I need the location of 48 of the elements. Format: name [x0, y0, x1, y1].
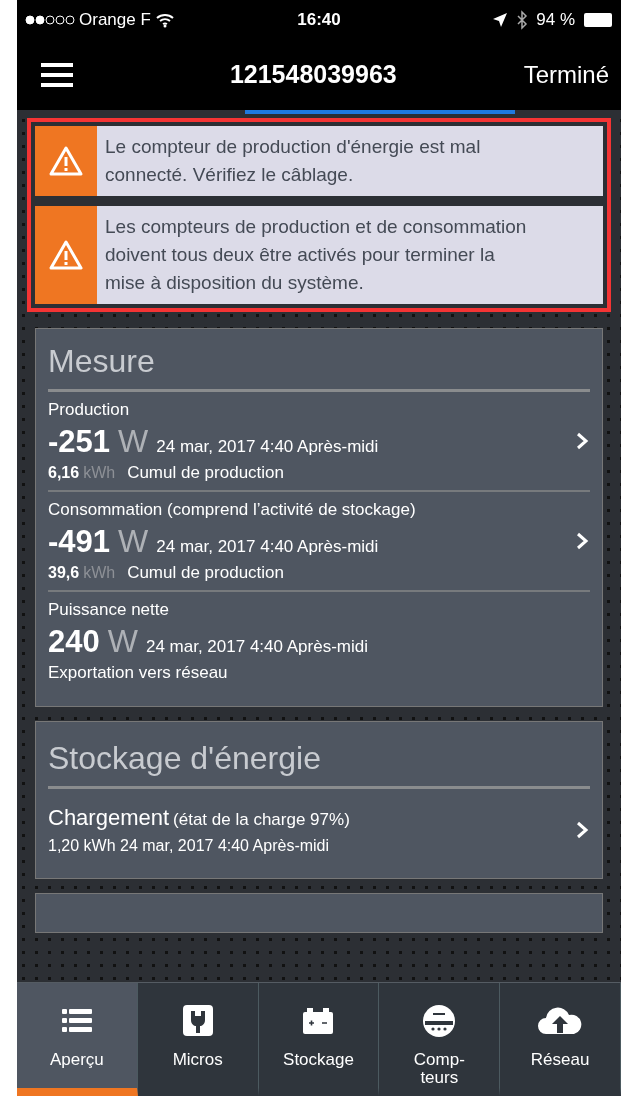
card-title: Mesure	[48, 329, 590, 392]
battery-level-icon	[583, 12, 613, 28]
metric-note: Cumul de production	[127, 561, 284, 584]
tab-bar-item[interactable]: Stockage	[258, 983, 380, 1096]
tab-bar-item[interactable]: Aperçu	[17, 983, 138, 1096]
power-value: -491	[48, 523, 111, 560]
status-time: 16:40	[297, 9, 341, 32]
power-value: 240	[48, 623, 100, 660]
metric-note: Cumul de production	[127, 461, 284, 484]
metric-label: Consommation (comprend l’activité de stockage)	[48, 499, 417, 521]
metric-note: Exportation vers réseau	[48, 661, 228, 684]
chevron-right-icon[interactable]	[574, 819, 590, 840]
power-unit: W	[118, 422, 149, 459]
energy-total: 6,16	[48, 462, 80, 483]
energy-total: 39,6	[48, 562, 80, 583]
meter-icon	[421, 1003, 458, 1039]
power-unit: W	[118, 522, 149, 559]
timestamp: 24 mar, 2017 4:40 Après-midi	[156, 435, 379, 458]
location-arrow-icon	[492, 12, 509, 28]
chevron-right-icon[interactable]	[574, 531, 590, 551]
alert-message: Le compteur de production d'énergie est mal connecté. Vérifiez le câblage.	[104, 135, 482, 187]
energy-unit: kWh	[83, 462, 116, 483]
wifi-icon	[154, 12, 175, 28]
done-button[interactable]: Terminé	[523, 57, 609, 93]
metric-label: Production	[48, 399, 131, 421]
charge-state: (état de la charge 97%)	[173, 809, 350, 831]
tab-bar-item[interactable]: Micros	[137, 983, 259, 1096]
tab-bar-item[interactable]: Réseau	[500, 983, 621, 1096]
storage-reading: 1,20 kWh 24 mar, 2017 4:40 Après-midi	[48, 836, 331, 856]
power-value: -251	[48, 423, 111, 460]
energy-unit: kWh	[83, 562, 116, 583]
carrier-name: Orange F	[79, 9, 151, 32]
device-serial-title: 121548039963	[228, 59, 398, 91]
power-unit: W	[107, 622, 138, 659]
bluetooth-icon	[516, 10, 529, 30]
storage-state: Chargement	[48, 804, 170, 832]
timestamp: 24 mar, 2017 4:40 Après-midi	[145, 635, 368, 658]
signal-dots-icon	[25, 14, 75, 26]
warning-icon	[48, 239, 84, 271]
timestamp: 24 mar, 2017 4:40 Après-midi	[156, 535, 379, 558]
battery-percent: 94 %	[536, 9, 575, 32]
card-title: Stockage d'énergie	[48, 722, 590, 789]
alert-message: Les compteurs de production et de consommation doivent tous deux être activés pour terminer la mise à disposition du système.	[104, 215, 528, 295]
tab-bar-item[interactable]: Comp- teurs	[379, 983, 501, 1096]
warning-icon	[48, 145, 84, 177]
metric-label: Puissance nette	[48, 599, 170, 621]
menu-icon[interactable]	[41, 61, 73, 89]
chevron-right-icon[interactable]	[574, 431, 590, 451]
